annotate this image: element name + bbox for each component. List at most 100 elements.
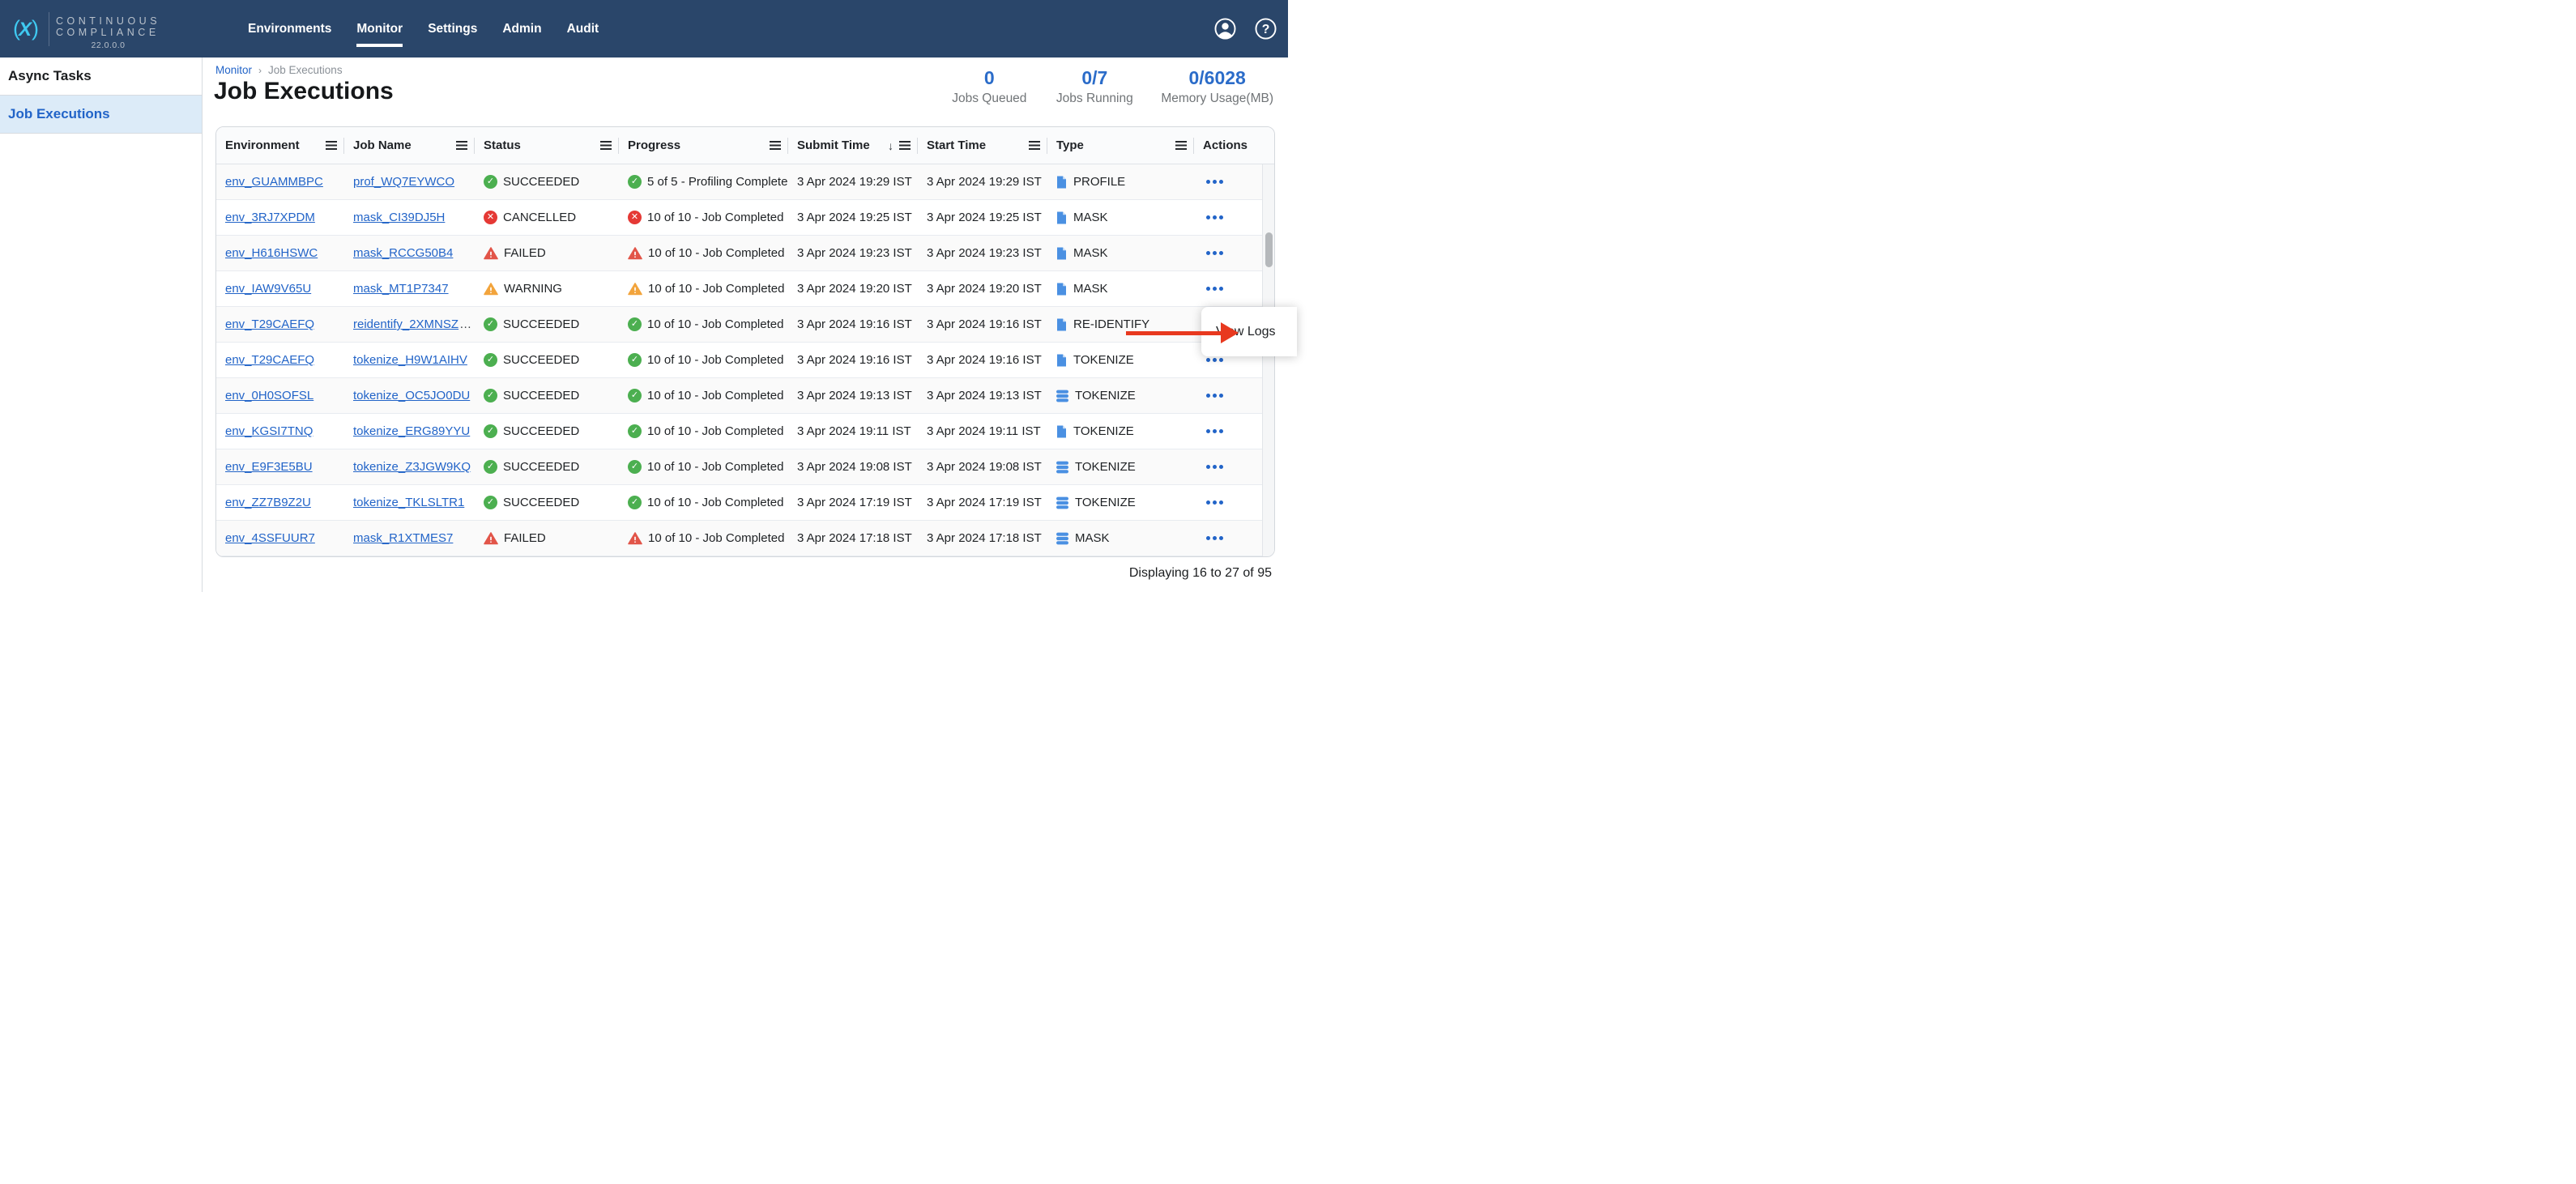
type-label: TOKENIZE: [1073, 424, 1134, 438]
stat-label: Memory Usage(MB): [1161, 92, 1273, 106]
submit-time-cell: 3 Apr 2024 19:20 IST: [788, 271, 918, 306]
type-label: TOKENIZE: [1073, 353, 1134, 367]
environment-link[interactable]: env_T29CAEFQ: [225, 353, 314, 367]
environment-link[interactable]: env_E9F3E5BU: [225, 460, 313, 474]
job-name-link[interactable]: mask_RCCG50B4: [353, 246, 453, 260]
row-actions-menu: View Logs: [1201, 307, 1297, 356]
status-text: SUCCEEDED: [503, 424, 579, 438]
job-name-link[interactable]: tokenize_OC5JO0DU: [353, 389, 470, 402]
job-name-link[interactable]: tokenize_H9W1AIHV: [353, 353, 467, 367]
column-header-job-name: Job Name: [344, 127, 475, 164]
column-label: Start Time: [927, 138, 986, 152]
submit-time-cell: 3 Apr 2024 19:11 IST: [788, 414, 918, 449]
column-label: Status: [484, 138, 521, 152]
type-label: TOKENIZE: [1075, 496, 1136, 509]
help-icon[interactable]: ?: [1255, 18, 1277, 40]
column-header-actions: Actions: [1194, 127, 1262, 164]
row-actions-button[interactable]: [1203, 175, 1226, 189]
column-menu-icon[interactable]: [456, 141, 467, 150]
environment-link[interactable]: env_ZZ7B9Z2U: [225, 496, 311, 509]
start-time-cell: 3 Apr 2024 19:16 IST: [918, 343, 1047, 377]
progress-cell: ✓10 of 10 - Job Completed: [619, 343, 788, 377]
progress-text: 10 of 10 - Job Completed: [647, 317, 783, 331]
success-icon: ✓: [484, 389, 497, 402]
job-name-link[interactable]: tokenize_ERG89YYU: [353, 424, 470, 438]
row-actions-button[interactable]: [1203, 424, 1226, 438]
nav-item-settings[interactable]: Settings: [428, 19, 477, 40]
job-name-link[interactable]: reidentify_2XMNSZ: [353, 317, 458, 331]
nav-item-audit[interactable]: Audit: [567, 19, 599, 40]
type-label: MASK: [1073, 246, 1108, 260]
status-cell: ✓SUCCEEDED: [475, 449, 619, 484]
status-cell: WARNING: [475, 271, 619, 306]
environment-cell: env_ZZ7B9Z2U: [216, 485, 344, 520]
column-header-progress: Progress: [619, 127, 788, 164]
table-row: env_IAW9V65Umask_MT1P7347 WARNING 10 of …: [216, 271, 1274, 307]
type-cell: TOKENIZE: [1047, 485, 1194, 520]
page-title: Job Executions: [214, 78, 394, 105]
app-header: (X) CONTINUOUS COMPLIANCE 22.0.0.0 Envir…: [0, 0, 1288, 57]
table-row: env_0H0SOFSLtokenize_OC5JO0DU✓SUCCEEDED✓…: [216, 378, 1274, 414]
job-name-link[interactable]: mask_CI39DJ5H: [353, 211, 445, 224]
actions-cell: [1194, 378, 1262, 413]
top-nav: Environments Monitor Settings Admin Audit: [248, 0, 599, 57]
column-menu-icon[interactable]: [1175, 141, 1187, 150]
sidebar-item-async-tasks[interactable]: Async Tasks: [0, 57, 202, 96]
sidebar-item-job-executions[interactable]: Job Executions: [0, 96, 202, 134]
column-menu-icon[interactable]: [600, 141, 612, 150]
nav-item-admin[interactable]: Admin: [502, 19, 541, 40]
view-logs-menu-item[interactable]: View Logs: [1201, 325, 1297, 339]
row-actions-button[interactable]: [1203, 211, 1226, 224]
brand-text: CONTINUOUS COMPLIANCE 22.0.0.0: [56, 7, 160, 50]
column-menu-icon[interactable]: [770, 141, 781, 150]
scrollbar-thumb[interactable]: [1265, 232, 1273, 267]
environment-link[interactable]: env_3RJ7XPDM: [225, 211, 315, 224]
actions-cell: [1194, 200, 1262, 235]
environment-link[interactable]: env_IAW9V65U: [225, 282, 311, 296]
user-avatar-icon[interactable]: [1214, 18, 1236, 40]
job-name-cell: prof_WQ7EYWCO: [344, 164, 475, 199]
actions-cell: [1194, 271, 1262, 306]
row-actions-button[interactable]: [1203, 460, 1226, 474]
column-header-start-time: Start Time: [918, 127, 1047, 164]
job-name-link[interactable]: mask_MT1P7347: [353, 282, 449, 296]
job-name-link[interactable]: tokenize_TKLSLTR1: [353, 496, 464, 509]
document-icon: [1056, 354, 1067, 367]
column-menu-icon[interactable]: [899, 141, 911, 150]
type-cell: MASK: [1047, 521, 1194, 556]
column-menu-icon[interactable]: [326, 141, 337, 150]
success-icon: ✓: [484, 424, 497, 438]
success-icon: ✓: [628, 353, 642, 367]
table-header-row: EnvironmentJob NameStatusProgressSubmit …: [216, 127, 1274, 164]
environment-link[interactable]: env_0H0SOFSL: [225, 389, 313, 402]
breadcrumb-monitor-link[interactable]: Monitor: [215, 64, 252, 76]
progress-text: 10 of 10 - Job Completed: [647, 496, 783, 509]
nav-item-environments[interactable]: Environments: [248, 19, 331, 40]
job-name-link[interactable]: tokenize_Z3JGW9KQ: [353, 460, 471, 474]
column-header-type: Type: [1047, 127, 1194, 164]
start-time-cell: 3 Apr 2024 19:29 IST: [918, 164, 1047, 199]
sort-desc-icon[interactable]: ↓: [888, 139, 893, 152]
column-label: Type: [1056, 138, 1084, 152]
job-name-link[interactable]: mask_R1XTMES7: [353, 531, 453, 545]
progress-text: 10 of 10 - Job Completed: [648, 246, 784, 260]
environment-link[interactable]: env_GUAMMBPC: [225, 175, 323, 189]
row-actions-button[interactable]: [1203, 246, 1226, 260]
row-actions-button[interactable]: [1203, 389, 1226, 402]
row-actions-button[interactable]: [1203, 531, 1226, 545]
environment-link[interactable]: env_4SSFUUR7: [225, 531, 315, 545]
error-icon: [484, 532, 498, 545]
environment-link[interactable]: env_KGSI7TNQ: [225, 424, 313, 438]
progress-text: 5 of 5 - Profiling Complete: [647, 175, 787, 189]
nav-item-monitor[interactable]: Monitor: [356, 19, 403, 40]
column-menu-icon[interactable]: [1029, 141, 1040, 150]
job-name-link[interactable]: prof_WQ7EYWCO: [353, 175, 454, 189]
row-actions-button[interactable]: [1203, 496, 1226, 509]
table-row: env_3RJ7XPDMmask_CI39DJ5H✕CANCELLED✕10 o…: [216, 200, 1274, 236]
environment-link[interactable]: env_T29CAEFQ: [225, 317, 314, 331]
column-label: Submit Time: [797, 138, 870, 152]
environment-cell: env_3RJ7XPDM: [216, 200, 344, 235]
row-actions-button[interactable]: [1203, 282, 1226, 296]
environment-link[interactable]: env_H616HSWC: [225, 246, 318, 260]
vertical-scrollbar[interactable]: [1262, 164, 1274, 556]
